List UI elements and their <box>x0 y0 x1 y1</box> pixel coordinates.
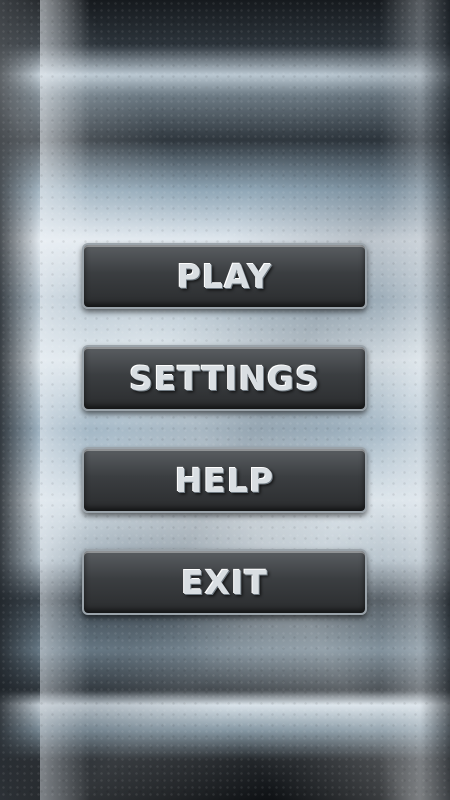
main-menu-screen: PLAY SETTINGS HELP EXIT <box>0 0 450 800</box>
settings-button-label: SETTINGS <box>129 358 320 398</box>
main-menu: PLAY SETTINGS HELP EXIT <box>82 243 367 651</box>
play-button[interactable]: PLAY <box>82 243 367 309</box>
help-button-label: HELP <box>174 460 275 500</box>
exit-button-label: EXIT <box>181 562 268 602</box>
settings-button[interactable]: SETTINGS <box>82 345 367 411</box>
help-button[interactable]: HELP <box>82 447 367 513</box>
exit-button[interactable]: EXIT <box>82 549 367 615</box>
play-button-label: PLAY <box>176 256 273 296</box>
